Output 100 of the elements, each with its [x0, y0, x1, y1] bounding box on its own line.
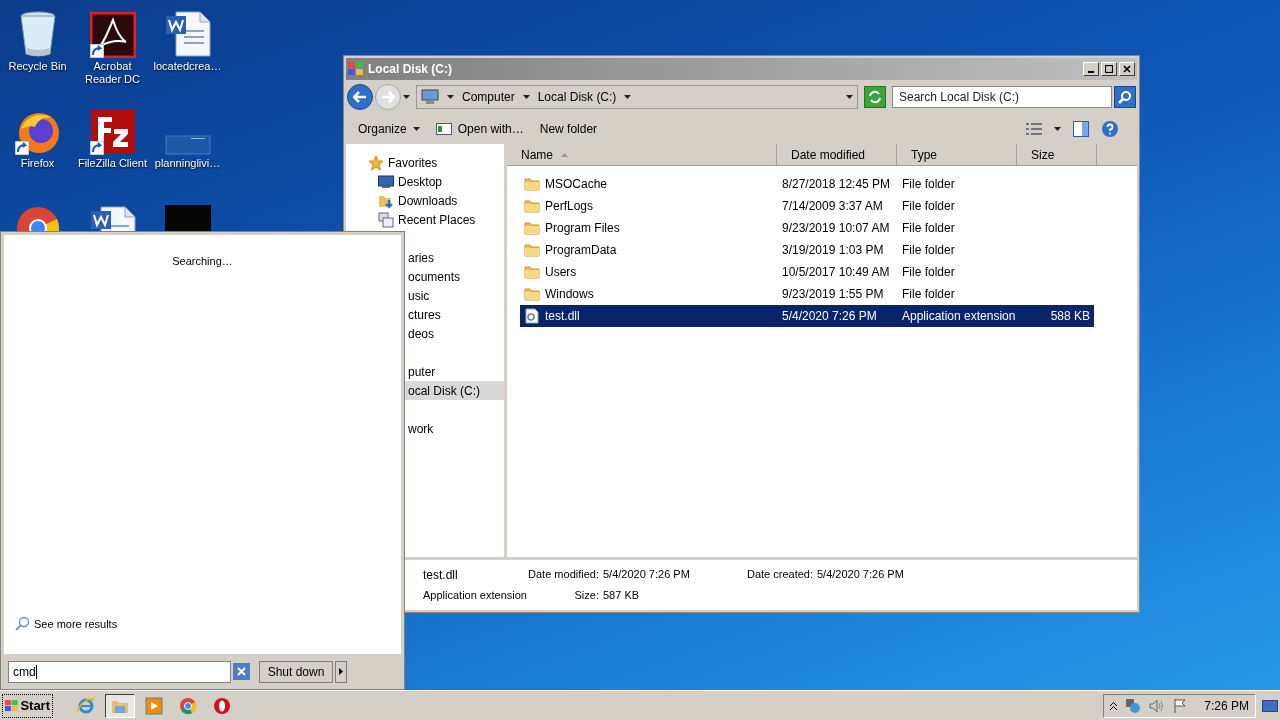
file-row[interactable]: Windows 9/23/2019 1:55 PM File folder	[520, 283, 1094, 305]
refresh-button[interactable]	[864, 86, 886, 108]
internet-explorer-icon	[77, 696, 95, 715]
file-date: 9/23/2019 10:07 AM	[782, 220, 891, 237]
recycle-bin-icon	[17, 10, 58, 58]
details-value: 5/4/2020 7:26 PM	[817, 567, 905, 583]
file-date: 9/23/2019 1:55 PM	[782, 286, 885, 303]
windows-logo-icon	[5, 698, 19, 713]
view-options-icon[interactable]	[1026, 123, 1042, 135]
show-desktop-button[interactable]	[1262, 699, 1278, 712]
file-type: Application extension	[902, 308, 1017, 325]
details-label: Date created:	[745, 567, 814, 583]
toolbar-button[interactable]: New folder	[539, 120, 598, 138]
chrome-icon	[179, 696, 197, 715]
folder-icon	[524, 176, 540, 192]
refresh-icon	[868, 90, 882, 104]
details-label: Date modified:	[528, 567, 600, 583]
desktop-icon-label[interactable]: locatedcrea…	[153, 60, 222, 73]
file-row[interactable]: MSOCache 8/27/2018 12:45 PM File folder	[520, 173, 1094, 195]
navigation-item[interactable]: Downloads	[346, 191, 504, 210]
back-arrow-icon	[353, 91, 367, 103]
toolbar-button[interactable]: Open with…	[435, 120, 524, 138]
close-icon	[237, 667, 246, 676]
caret-icon	[412, 127, 420, 131]
shut-down-button[interactable]: Shut down	[259, 660, 333, 683]
history-caret-icon	[403, 95, 410, 99]
file-type: File folder	[902, 176, 956, 193]
details-type: Application extension	[423, 588, 528, 604]
file-row[interactable]: test.dll 5/4/2020 7:26 PM Application extension 588 KB	[520, 305, 1094, 327]
shortcut-arrow-icon	[14, 141, 29, 155]
breadcrumb-caret-icon	[447, 95, 454, 99]
address-bar[interactable]: Computer Local Disk (C:)	[416, 85, 858, 109]
folder-icon	[524, 220, 540, 236]
search-button[interactable]	[1114, 86, 1136, 108]
file-name: MSOCache	[545, 176, 608, 193]
minimize-button[interactable]	[1083, 62, 1099, 76]
caret-icon	[339, 668, 343, 675]
file-name: Windows	[545, 286, 594, 303]
column-header[interactable]: Type	[897, 144, 1017, 165]
windows-logo-icon	[348, 62, 364, 76]
desktop-icon-label[interactable]: Recycle Bin	[8, 60, 67, 73]
file-row[interactable]: Users 10/5/2017 10:49 AM File folder	[520, 261, 1094, 283]
breadcrumb-item[interactable]: Computer	[462, 88, 515, 106]
file-name: PerfLogs	[545, 198, 594, 215]
recent-places-icon	[378, 211, 394, 228]
taskbar-app[interactable]	[105, 693, 135, 718]
preview-pane-icon[interactable]	[1073, 121, 1089, 137]
desktop-icon-label[interactable]: Acrobat Reader DC	[75, 60, 150, 86]
maximize-button[interactable]	[1101, 62, 1117, 76]
see-more-results-link[interactable]: See more results	[14, 615, 401, 632]
desktop-icon-label[interactable]: Firefox	[20, 157, 55, 170]
show-hidden-icons-icon[interactable]	[1110, 701, 1117, 710]
opera-icon	[213, 696, 231, 715]
desktop-icon-label[interactable]: FileZilla Client	[77, 157, 148, 170]
window-title: Local Disk (C:)	[368, 61, 452, 78]
file-name: Program Files	[545, 220, 620, 237]
network-icon[interactable]	[1125, 697, 1141, 714]
gear-file-icon	[524, 308, 540, 324]
details-label: Size:	[573, 588, 600, 604]
file-type: File folder	[902, 242, 956, 259]
navigation-item[interactable]: Favorites	[346, 153, 504, 172]
column-header[interactable]: Name	[507, 144, 777, 165]
details-value: 587 KB	[603, 588, 641, 604]
file-row[interactable]: Program Files 9/23/2019 10:07 AM File folder	[520, 217, 1094, 239]
search-icon	[1118, 90, 1132, 104]
toolbar-button[interactable]: Organize	[358, 120, 420, 138]
shut-down-options-button[interactable]	[335, 660, 347, 683]
desktop-icon-label[interactable]: planninglivi…	[154, 157, 221, 170]
back-button[interactable]	[347, 84, 373, 110]
start-button[interactable]: Start	[2, 693, 53, 718]
search-field[interactable]: cmd	[8, 660, 231, 683]
address-dropdown-icon	[846, 95, 853, 99]
breadcrumb-caret-icon	[522, 95, 530, 99]
monitor-icon	[378, 174, 394, 189]
forward-arrow-icon	[381, 91, 395, 103]
file-date: 7/14/2009 3:37 AM	[782, 198, 884, 215]
window-icon	[435, 123, 452, 135]
search-status: Searching…	[172, 254, 233, 269]
file-name: Users	[545, 264, 577, 281]
column-header[interactable]: Size	[1017, 144, 1097, 165]
search-field[interactable]: Search Local Disk (C:)	[892, 86, 1112, 108]
help-icon[interactable]	[1101, 120, 1119, 138]
folder-icon	[524, 286, 540, 302]
flag-icon[interactable]	[1173, 697, 1187, 714]
file-date: 3/19/2019 1:03 PM	[782, 242, 885, 259]
maximize-icon	[1105, 65, 1113, 73]
close-icon	[1123, 65, 1131, 73]
file-date: 5/4/2020 7:26 PM	[782, 308, 878, 325]
breadcrumb-item[interactable]: Local Disk (C:)	[537, 88, 617, 106]
clear-search-button[interactable]	[233, 663, 250, 680]
file-row[interactable]: PerfLogs 7/14/2009 3:37 AM File folder	[520, 195, 1094, 217]
file-date: 8/27/2018 12:45 PM	[782, 176, 892, 193]
clock: 7:26 PM	[1204, 697, 1249, 715]
file-row[interactable]: ProgramData 3/19/2019 1:03 PM File folder	[520, 239, 1094, 261]
column-header[interactable]: Date modified	[777, 144, 897, 165]
close-button[interactable]	[1119, 62, 1135, 76]
speaker-icon[interactable]	[1149, 697, 1165, 714]
navigation-item[interactable]: Recent Places	[346, 210, 504, 229]
folder-icon	[524, 198, 540, 214]
navigation-item[interactable]: Desktop	[346, 172, 504, 191]
